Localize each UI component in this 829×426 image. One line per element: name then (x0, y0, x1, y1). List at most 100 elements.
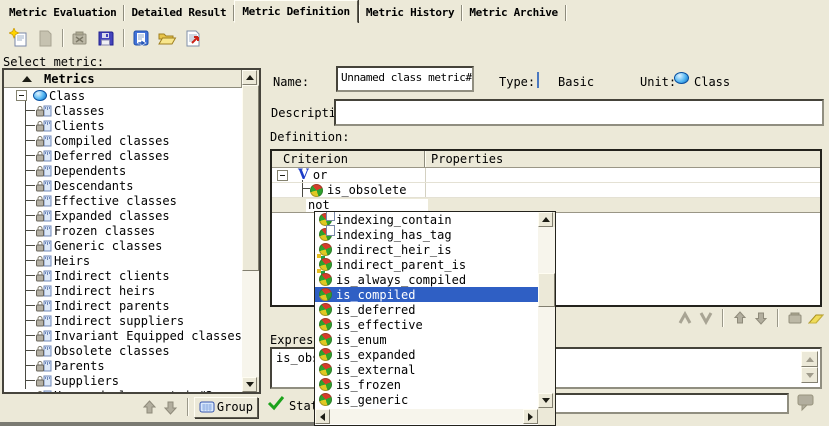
group-toggle-button[interactable]: Group (194, 397, 258, 418)
move-metric-up-button[interactable] (141, 399, 158, 416)
move-metric-down-button[interactable] (162, 399, 179, 416)
triangle-down-icon (806, 373, 814, 378)
tree-item[interactable]: Indirect suppliers (4, 313, 242, 328)
dropdown-item[interactable]: indexing_contain (315, 212, 538, 227)
export-metrics-button[interactable] (180, 26, 206, 50)
scroll-up-button[interactable] (801, 351, 818, 367)
tree-item[interactable]: Heirs (4, 253, 242, 268)
dropdown-item[interactable]: indexing_has_tag (315, 227, 538, 242)
dropdown-item[interactable]: indirect_heir_is (315, 242, 538, 257)
move-criterion-up-button[interactable] (729, 309, 750, 327)
tree-item-label: Effective classes (54, 194, 177, 208)
metric-tree: Metrics Class (4, 70, 242, 392)
move-criterion-down-button[interactable] (750, 309, 771, 327)
scroll-thumb[interactable] (538, 273, 555, 307)
tree-root-class[interactable]: Class (4, 88, 242, 103)
scroll-up-button[interactable] (242, 70, 257, 85)
criterion-pie-icon (310, 184, 323, 197)
open-metric-file-button[interactable] (154, 26, 180, 50)
criterion-dropdown: indexing_contain indexing_has_tag indire… (314, 211, 556, 426)
tree-item[interactable]: Classes (4, 103, 242, 118)
metrics-column-header[interactable]: Metrics (4, 70, 242, 88)
tree-item[interactable]: Frozen classes (4, 223, 242, 238)
erase-definition-button[interactable] (805, 309, 826, 327)
dropdown-item[interactable]: indirect_parent_is (315, 257, 538, 272)
criterion-pie-icon (319, 378, 332, 391)
dropdown-item[interactable]: is_compiled (315, 287, 538, 302)
reload-metrics-button[interactable] (128, 26, 154, 50)
dropdown-item[interactable]: is_effective (315, 317, 538, 332)
criterion-pie-icon (319, 363, 332, 376)
tree-item[interactable]: Indirect parents (4, 298, 242, 313)
tab[interactable]: Metric Archive (462, 3, 565, 23)
class-unit-icon (33, 90, 47, 101)
scroll-right-button[interactable] (523, 409, 538, 424)
tree-item[interactable]: Parents (4, 358, 242, 373)
comment-button[interactable] (795, 392, 817, 415)
tab[interactable]: Metric History (359, 3, 462, 23)
tree-scrollbar[interactable] (242, 70, 259, 392)
tree-item[interactable]: Invariant Equipped classes (4, 328, 242, 343)
description-input[interactable] (334, 99, 824, 126)
delete-criterion-button[interactable] (784, 309, 805, 327)
scroll-left-button[interactable] (315, 409, 330, 424)
dropdown-item[interactable]: is_expanded (315, 347, 538, 362)
dropdown-item[interactable]: is_external (315, 362, 538, 377)
scroll-thumb[interactable] (242, 85, 259, 271)
tab[interactable]: Metric Evaluation (2, 3, 123, 23)
dropdown-item[interactable]: is_generic (315, 392, 538, 407)
name-input[interactable]: Unnamed class metric#3 (336, 66, 474, 92)
scrollbar-spacer (538, 408, 555, 425)
tree-item[interactable]: Suppliers (4, 373, 242, 388)
scroll-down-button[interactable] (538, 393, 553, 408)
duplicate-metric-button[interactable] (32, 26, 58, 50)
scroll-track[interactable] (330, 409, 523, 424)
type-value: Basic (558, 75, 594, 89)
dropdown-item[interactable]: is_frozen (315, 377, 538, 392)
tree-item[interactable]: Compiled classes (4, 133, 242, 148)
criterion-row-or[interactable]: V or (272, 168, 820, 183)
dropdown-item[interactable]: is_enum (315, 332, 538, 347)
dropdown-vertical-scrollbar[interactable] (538, 212, 555, 425)
scroll-track[interactable] (538, 227, 555, 393)
new-metric-button[interactable] (6, 26, 32, 50)
and-operator-button[interactable] (674, 309, 695, 327)
criterion-row-is-obsolete[interactable]: is_obsolete (272, 183, 820, 198)
tree-item[interactable]: Indirect clients (4, 268, 242, 283)
properties-column-header[interactable]: Properties (425, 151, 509, 167)
triangle-left-icon (320, 413, 325, 421)
dropdown-item-label: indexing_contain (336, 213, 452, 227)
tree-item[interactable]: Obsolete classes (4, 343, 242, 358)
locked-metric-icon (35, 374, 52, 387)
or-operator-button[interactable] (695, 309, 716, 327)
scroll-track[interactable] (242, 85, 259, 377)
tree-item[interactable]: Descendants (4, 178, 242, 193)
scroll-up-button[interactable] (538, 212, 553, 227)
tab[interactable]: Metric Definition (234, 0, 357, 23)
tree-item-label: Expanded classes (54, 209, 170, 223)
tree-item[interactable]: Clients (4, 118, 242, 133)
scroll-down-button[interactable] (801, 367, 818, 383)
tree-item[interactable]: Indirect heirs (4, 283, 242, 298)
collapse-icon[interactable] (277, 170, 288, 181)
tab[interactable]: Detailed Result (124, 3, 233, 23)
criterion-pie-icon (319, 243, 332, 256)
status-ok-icon (267, 394, 285, 411)
tree-item[interactable]: Deferred classes (4, 148, 242, 163)
tree-item[interactable]: Unnamed class metric#3 (4, 388, 242, 392)
save-metric-button[interactable] (93, 26, 119, 50)
collapse-icon[interactable] (16, 90, 27, 101)
metrics-column-header-label: Metrics (44, 72, 95, 86)
scroll-down-button[interactable] (242, 377, 257, 392)
dropdown-item[interactable]: is_deferred (315, 302, 538, 317)
tree-item[interactable]: Expanded classes (4, 208, 242, 223)
criterion-column-header[interactable]: Criterion (272, 151, 425, 167)
dropdown-item[interactable]: is_always_compiled (315, 272, 538, 287)
tree-item[interactable]: Effective classes (4, 193, 242, 208)
dropdown-horizontal-scrollbar[interactable] (315, 409, 538, 424)
delete-metric-button[interactable] (67, 26, 93, 50)
select-metric-label: Select metric: (3, 55, 104, 69)
tree-item[interactable]: Generic classes (4, 238, 242, 253)
tree-item[interactable]: Dependents (4, 163, 242, 178)
basic-type-ruler-icon (537, 72, 539, 88)
